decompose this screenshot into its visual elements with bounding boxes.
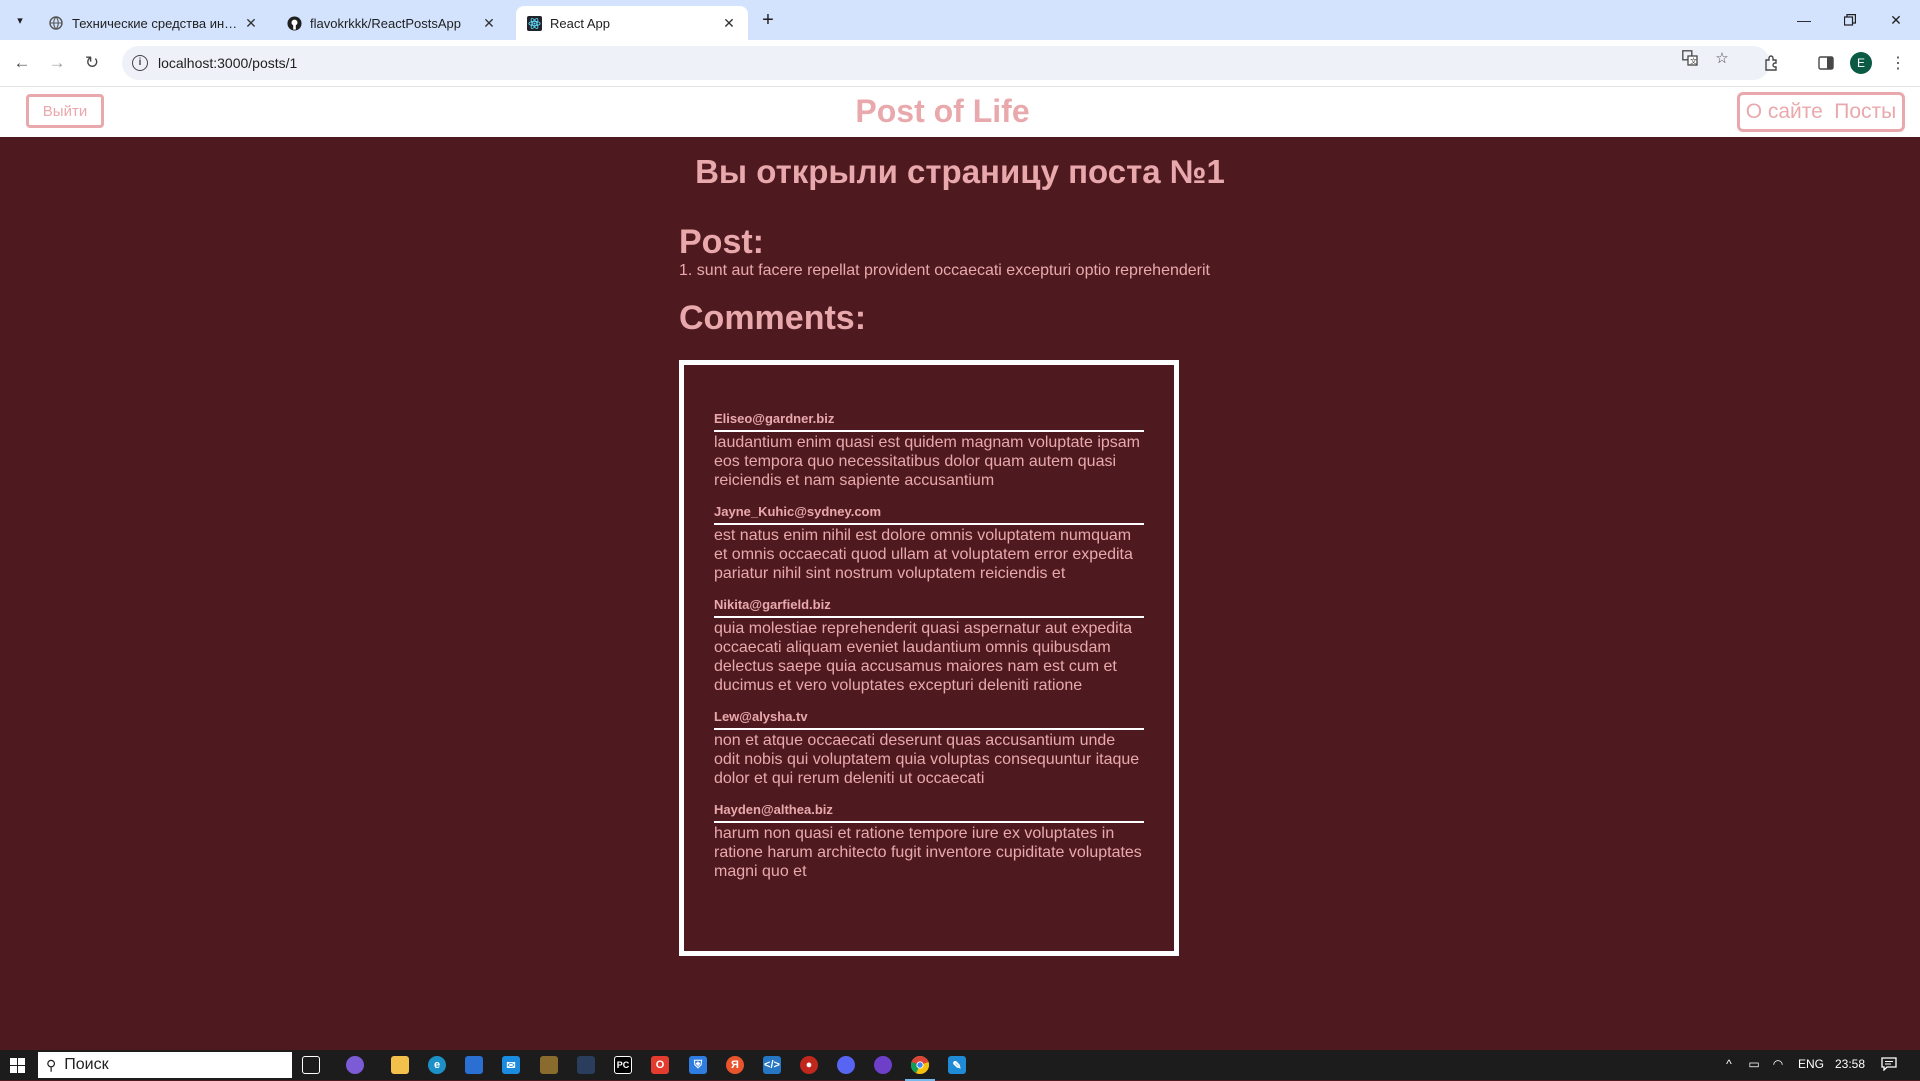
- profile-avatar[interactable]: E: [1850, 52, 1872, 74]
- comment-email: Nikita@garfield.biz: [714, 597, 1144, 618]
- comment-email: Jayne_Kuhic@sydney.com: [714, 504, 1144, 525]
- taskbar-search-placeholder: Поиск: [64, 1056, 109, 1073]
- new-tab-icon[interactable]: +: [756, 8, 780, 32]
- close-tab-icon[interactable]: ✕: [480, 14, 498, 32]
- tab-search-dropdown-icon[interactable]: ▾: [8, 8, 32, 32]
- side-panel-icon[interactable]: [1814, 51, 1838, 75]
- taskbar-search[interactable]: ⚲ Поиск: [38, 1052, 292, 1078]
- nav-links: О сайте Посты: [1737, 92, 1905, 132]
- comments-heading: Comments:: [679, 299, 867, 337]
- discord-icon[interactable]: [837, 1056, 855, 1074]
- back-arrow-icon[interactable]: ←: [10, 51, 34, 75]
- vscode-icon[interactable]: </>: [763, 1056, 781, 1074]
- close-tab-icon[interactable]: ✕: [242, 14, 260, 32]
- address-bar[interactable]: i localhost:3000/posts/1: [122, 46, 1770, 80]
- comment-email: Lew@alysha.tv: [714, 709, 1144, 730]
- browser-tab-1[interactable]: Технические средства информ… ✕: [38, 6, 270, 40]
- comment-body: harum non quasi et ratione tempore iure …: [714, 825, 1142, 880]
- minimize-icon[interactable]: —: [1790, 8, 1818, 32]
- microsoft-store-icon[interactable]: [465, 1056, 483, 1074]
- pycharm-icon[interactable]: PC: [614, 1056, 632, 1074]
- react-icon: [526, 15, 542, 31]
- translate-icon[interactable]: 文: [1681, 49, 1699, 67]
- comment-email: Eliseo@gardner.biz: [714, 411, 1144, 432]
- clock[interactable]: 23:58: [1832, 1057, 1868, 1071]
- tab-title: React App: [550, 15, 610, 31]
- mail-icon[interactable]: ✉: [502, 1056, 520, 1074]
- opera-icon[interactable]: O: [651, 1056, 669, 1074]
- tray-overflow-chevron-icon[interactable]: ^: [1722, 1057, 1736, 1071]
- close-tab-icon[interactable]: ✕: [720, 14, 738, 32]
- comment-item: Nikita@garfield.biz quia molestiae repre…: [714, 597, 1144, 695]
- windows-taskbar: ⚲ Поиск e ✉ PC O ⛨ Я </> ● ✎ ^ ▭ ◠ ENG 2…: [0, 1050, 1920, 1081]
- app-launcher-icon[interactable]: [577, 1056, 595, 1074]
- copilot-icon[interactable]: [346, 1056, 364, 1074]
- post-heading: Post:: [679, 223, 764, 261]
- chrome-icon[interactable]: [905, 1056, 935, 1081]
- extensions-icon[interactable]: [1760, 51, 1784, 75]
- notifications-icon[interactable]: [1878, 1057, 1900, 1071]
- comment-body: quia molestiae reprehenderit quasi asper…: [714, 620, 1133, 694]
- close-window-icon[interactable]: ✕: [1882, 8, 1910, 32]
- brand-title: Post of Life: [855, 93, 1030, 129]
- browser-tab-2[interactable]: flavokrkkk/ReactPostsApp ✕: [276, 6, 508, 40]
- menu-kebab-icon[interactable]: ⋮: [1886, 51, 1910, 75]
- wifi-icon[interactable]: ◠: [1770, 1057, 1786, 1071]
- comment-body: est natus enim nihil est dolore omnis vo…: [714, 527, 1133, 582]
- task-view-icon[interactable]: [302, 1056, 320, 1074]
- page-title: Вы открыли страницу поста №1: [695, 153, 1225, 190]
- pen-app-icon[interactable]: ✎: [948, 1056, 966, 1074]
- globe-icon: [48, 15, 64, 31]
- comment-email: Hayden@althea.biz: [714, 802, 1144, 823]
- edge-browser-icon[interactable]: e: [428, 1056, 446, 1074]
- bookmark-star-icon[interactable]: ☆: [1713, 49, 1731, 67]
- yandex-browser-icon[interactable]: Я: [726, 1056, 744, 1074]
- comment-item: Eliseo@gardner.biz laudantium enim quasi…: [714, 411, 1144, 490]
- shield-icon[interactable]: ⛨: [689, 1056, 707, 1074]
- github-desktop-icon[interactable]: [874, 1056, 892, 1074]
- language-indicator[interactable]: ENG: [1796, 1057, 1826, 1071]
- windows-start-icon[interactable]: [10, 1058, 25, 1073]
- nav-link-about[interactable]: О сайте: [1746, 100, 1823, 124]
- reload-icon[interactable]: ↻: [80, 51, 104, 75]
- comment-body: laudantium enim quasi est quidem magnam …: [714, 434, 1141, 489]
- tab-title: flavokrkkk/ReactPostsApp: [310, 15, 462, 31]
- site-info-icon[interactable]: i: [132, 55, 148, 71]
- post-text: 1. sunt aut facere repellat provident oc…: [679, 262, 1210, 279]
- app-navbar: Выйти Post of Life О сайте Посты: [0, 87, 1920, 137]
- url-text[interactable]: localhost:3000/posts/1: [158, 55, 297, 71]
- tab-title: Технические средства информ…: [72, 15, 242, 31]
- comment-item: Hayden@althea.biz harum non quasi et rat…: [714, 802, 1144, 881]
- nav-link-posts[interactable]: Посты: [1834, 100, 1896, 124]
- restore-icon[interactable]: [1836, 8, 1864, 32]
- browser-toolbar: ← → ↻ i localhost:3000/posts/1 文 ☆ E ⋮: [0, 40, 1920, 87]
- browser-tab-3[interactable]: React App ✕: [516, 6, 748, 40]
- svg-text:文: 文: [1690, 57, 1697, 66]
- github-icon: [286, 15, 302, 31]
- comments-list: Eliseo@gardner.biz laudantium enim quasi…: [679, 360, 1179, 956]
- battery-icon[interactable]: ▭: [1746, 1057, 1762, 1071]
- browser-tab-strip: ▾ Технические средства информ… ✕ flavokr…: [0, 0, 1920, 40]
- file-explorer-icon[interactable]: [391, 1056, 409, 1074]
- search-icon: ⚲: [46, 1056, 57, 1073]
- record-icon[interactable]: ●: [800, 1056, 818, 1074]
- comment-item: Lew@alysha.tv non et atque occaecati des…: [714, 709, 1144, 788]
- comment-item: Jayne_Kuhic@sydney.com est natus enim ni…: [714, 504, 1144, 583]
- forward-arrow-icon[interactable]: →: [45, 51, 69, 75]
- comment-body: non et atque occaecati deserunt quas acc…: [714, 732, 1140, 787]
- game-launcher-icon[interactable]: [540, 1056, 558, 1074]
